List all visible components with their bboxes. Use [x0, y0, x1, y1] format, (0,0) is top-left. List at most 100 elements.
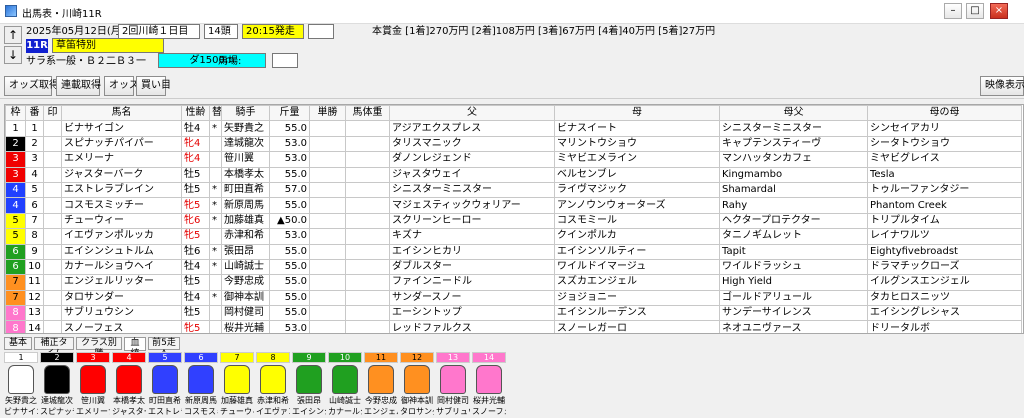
- table-cell: [345, 258, 390, 276]
- track-label: 馬場:: [218, 56, 242, 67]
- silk-card: 8 赤津和希イエヴァン: [256, 352, 290, 416]
- silk-horse-name: コスモスミ: [184, 407, 218, 416]
- table-cell: [209, 135, 222, 153]
- table-cell: スノーレガーロ: [554, 320, 720, 333]
- table-cell: エストレラブレイン: [61, 181, 182, 199]
- minimize-button[interactable]: –: [944, 3, 962, 19]
- table-cell: 6: [5, 258, 26, 276]
- video-button[interactable]: 映像表示: [980, 76, 1024, 96]
- tab-basic[interactable]: 基本: [4, 337, 32, 350]
- table-cell: 牝4: [181, 135, 210, 153]
- race-class-text: サラ系一般・Ｂ２二Ｂ３一: [26, 56, 146, 67]
- table-cell: 9: [25, 243, 44, 260]
- buy-button[interactable]: 買い目: [136, 76, 171, 96]
- table-row[interactable]: 4 6 コスモスミッチー 牝5 * 新原周馬 55.0 マジェスティックウォリアー アンノウンウ…: [5, 197, 1022, 214]
- table-row[interactable]: 2 2 スピナッチパイパー 牝4 達城龍次 53.0 タリスマニック マリントウショウ キャプテ…: [5, 135, 1022, 153]
- table-cell: マジェスティックウォリアー: [389, 197, 555, 214]
- tab-last-five[interactable]: 前5走A: [148, 337, 180, 359]
- table-cell: ネオユニヴァース: [719, 320, 868, 333]
- table-row[interactable]: 6 9 エイシンシュトルム 牡6 * 張田昂 55.0 エイシンヒカリ エイシンソルティー Tap…: [5, 243, 1022, 260]
- table-row[interactable]: 5 7 チューウィー 牝6 * 加藤雄真 ▲50.0 スクリーンヒーロー コスモミール ヘクタープ…: [5, 212, 1022, 230]
- table-cell: *: [209, 212, 222, 230]
- table-cell: ジョジョニー: [554, 289, 720, 307]
- table-cell: 本橋孝太: [221, 166, 270, 183]
- table-cell: *: [209, 243, 222, 260]
- table-cell: 12: [25, 289, 44, 307]
- silk-horse-name: サブリュウ: [436, 407, 470, 416]
- table-cell: [309, 197, 346, 214]
- odds-fetch-button[interactable]: オッズ取得: [4, 76, 59, 96]
- silk-horse-name: エンジェル: [364, 407, 398, 416]
- close-button[interactable]: ×: [990, 3, 1008, 19]
- table-row[interactable]: 8 13 サブリュウシン 牡5 岡村健司 55.0 エーシントップ エイシンルーデンス サンデー…: [5, 305, 1022, 322]
- silk-card: 12 御神本訓タロサンダ: [400, 352, 434, 416]
- table-cell: キズナ: [389, 228, 555, 245]
- tab-class-wins[interactable]: クラス別勝: [76, 337, 122, 359]
- previous-race-button[interactable]: ↑: [4, 26, 22, 44]
- silk-number: 8: [256, 352, 290, 363]
- table-row[interactable]: 6 10 カナールショウヘイ 牡4 * 山崎誠士 55.0 ダブルスター ワイルドイマージュ ワイ…: [5, 258, 1022, 276]
- header-cell: 母: [554, 105, 720, 122]
- table-row[interactable]: 3 4 ジャスターバーク 牡5 本橋孝太 55.0 ジャスタウェイ ベルセンブレ Kingmam…: [5, 166, 1022, 183]
- post-time-field: 20:15発走: [242, 24, 304, 39]
- silks-row: 1矢野貴之ビナサイゴ2達城龍次スピナッチ3笹川翼エメリーナ4本橋孝太ジャスター5…: [4, 352, 1024, 418]
- silk-jockey-name: 達城龍次: [41, 396, 73, 405]
- table-cell: [43, 181, 62, 199]
- maximize-button[interactable]: □: [966, 3, 984, 19]
- sequence-fetch-button[interactable]: 連載取得: [56, 76, 101, 96]
- table-cell: 53.0: [269, 135, 310, 153]
- table-cell: 7: [5, 289, 26, 307]
- table-cell: シータトウショウ: [867, 135, 1022, 153]
- table-cell: エイシンルーデンス: [554, 305, 720, 322]
- silk-card: 14 桜井光輔スノーフェ: [472, 352, 506, 416]
- table-row[interactable]: 8 14 スノーフェス 牝5 桜井光輔 53.0 レッドファルクス スノーレガーロ ネオユニヴァ…: [5, 320, 1022, 333]
- table-cell: イルグンスエンジェル: [867, 274, 1022, 291]
- table-cell: [345, 120, 390, 137]
- table-row[interactable]: 7 12 タロサンダー 牡4 * 御神本訓 55.0 サンダースノー ジョジョニー ゴールドアリュ…: [5, 289, 1022, 307]
- silk-number: 13: [436, 352, 470, 363]
- table-cell: Kingmambo: [719, 166, 868, 183]
- table-row[interactable]: 7 11 エンジェルリッター 牡5 今野忠成 55.0 ファインニードル スズカエンジェル Hi…: [5, 274, 1022, 291]
- race-number-badge: 11R: [26, 39, 48, 53]
- bottom-tabs: 基本 補正タイム クラス別勝 血統 前5走A: [4, 337, 1024, 359]
- jockey-silk-icon: [260, 365, 286, 394]
- table-cell: [345, 166, 390, 183]
- tab-corrected-time[interactable]: 補正タイム: [34, 337, 74, 359]
- silk-number: 10: [328, 352, 362, 363]
- table-cell: シニスターミニスター: [389, 181, 555, 199]
- table-row[interactable]: 1 1 ビナサイゴン 牡4 * 矢野貴之 55.0 アジアエクスプレス ビナスイート シニスターミ…: [5, 120, 1022, 137]
- silk-card: 7 加藤雄真チューウィ: [220, 352, 254, 416]
- table-cell: 1: [25, 120, 44, 137]
- header-cell: 斤量: [269, 105, 310, 122]
- odds-button[interactable]: オッズ: [104, 76, 139, 96]
- table-cell: Tesla: [867, 166, 1022, 183]
- table-cell: [43, 197, 62, 214]
- table-cell: 5: [5, 212, 26, 230]
- table-cell: ゴールドアリュール: [719, 289, 868, 307]
- table-cell: レッドファルクス: [389, 320, 555, 333]
- table-cell: 53.0: [269, 228, 310, 245]
- table-row[interactable]: 5 8 イエヴァンポルッカ 牝5 赤津和希 53.0 キズナ クインポルカ タニノギムレット レイ…: [5, 228, 1022, 245]
- silk-card: 13 岡村健司サブリュウ: [436, 352, 470, 416]
- silk-card: 4 本橋孝太ジャスター: [112, 352, 146, 416]
- tab-pedigree[interactable]: 血統: [124, 337, 146, 359]
- next-race-button[interactable]: ↓: [4, 46, 22, 64]
- table-cell: *: [209, 181, 222, 199]
- silk-number: 1: [4, 352, 38, 363]
- table-row[interactable]: 4 5 エストレラブレイン 牡5 * 町田直希 57.0 シニスターミニスター ライヴマジック S…: [5, 181, 1022, 199]
- table-row[interactable]: 3 3 エメリーナ 牝4 笹川翼 53.0 ダノンレジェンド ミヤビエメライン マンハッタンカフ…: [5, 151, 1022, 168]
- silk-jockey-name: 御神本訓: [401, 396, 433, 405]
- table-cell: カナールショウヘイ: [61, 258, 182, 276]
- table-cell: [345, 197, 390, 214]
- table-cell: エメリーナ: [61, 151, 182, 168]
- table-cell: アジアエクスプレス: [389, 120, 555, 137]
- silk-jockey-name: 町田直希: [149, 396, 181, 405]
- distance-field: ダ1500m: [158, 53, 266, 68]
- table-cell: 3: [5, 166, 26, 183]
- silk-horse-name: スノーフェ: [472, 407, 506, 416]
- jockey-silk-icon: [296, 365, 322, 394]
- table-cell: ▲50.0: [269, 212, 310, 230]
- table-cell: マリントウショウ: [554, 135, 720, 153]
- table-cell: キャプテンスティーヴ: [719, 135, 868, 153]
- table-cell: [43, 243, 62, 260]
